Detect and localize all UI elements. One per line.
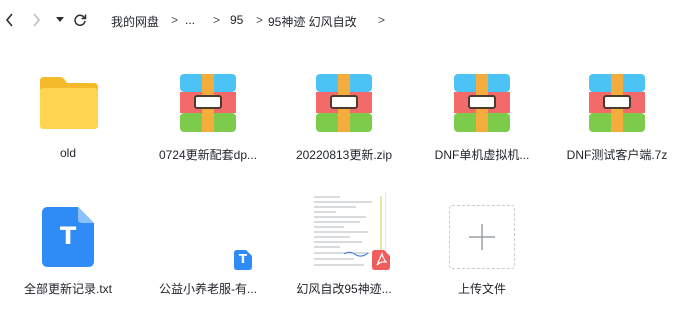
text-file-glyph: T: [59, 222, 77, 250]
file-name: 0724更新配套dp...: [158, 148, 258, 162]
back-button[interactable]: [0, 10, 20, 30]
breadcrumb-item-root[interactable]: 我的网盘: [111, 13, 159, 30]
archive-icon: [180, 74, 236, 132]
pdf-file-icon: [372, 250, 390, 270]
file-name: old: [59, 146, 76, 160]
thumbnail: [284, 58, 404, 148]
refresh-icon: [74, 14, 87, 27]
breadcrumb-separator: >: [213, 13, 221, 27]
archive-icon: [316, 74, 372, 132]
archive-icon: [454, 74, 510, 132]
file-item-archive[interactable]: 20220813更新.zip: [284, 58, 404, 178]
file-item-archive[interactable]: 0724更新配套dp...: [148, 58, 268, 178]
refresh-button[interactable]: [70, 10, 90, 30]
caret-down-icon: [56, 17, 64, 22]
history-dropdown-button[interactable]: [50, 10, 70, 30]
breadcrumb-item-current[interactable]: 95神迹 幻风自改: [268, 13, 357, 30]
file-name: 全部更新记录.txt: [23, 282, 112, 296]
breadcrumb-item-95[interactable]: 95: [230, 13, 243, 27]
thumbnail: [422, 58, 542, 148]
chevron-right-icon: [33, 13, 41, 27]
breadcrumb-item-ellipsis[interactable]: ...: [185, 13, 195, 27]
file-item-folder-old[interactable]: old: [8, 58, 128, 178]
thumbnail: [284, 192, 404, 282]
thumbnail: T: [8, 192, 128, 282]
upload-file-button[interactable]: 上传文件: [422, 192, 542, 312]
forward-button[interactable]: [26, 10, 46, 30]
archive-icon: [589, 74, 645, 132]
file-item-archive[interactable]: DNF测试客户端.7z: [557, 58, 677, 178]
chevron-left-icon: [5, 13, 13, 27]
thumbnail: [422, 192, 542, 282]
file-name: 幻风自改95神迹...: [296, 282, 392, 296]
file-item-pdf[interactable]: 幻风自改95神迹...: [284, 192, 404, 312]
breadcrumb-separator: >: [256, 13, 264, 27]
file-item-archive[interactable]: DNF单机虚拟机...: [422, 58, 542, 178]
thumbnail: [8, 58, 128, 148]
file-item-txt[interactable]: T 全部更新记录.txt: [8, 192, 128, 312]
text-file-glyph: T: [238, 252, 248, 266]
breadcrumb-separator: >: [171, 13, 179, 27]
plus-icon: [469, 224, 495, 250]
thumbnail: [557, 58, 677, 148]
toolbar: 我的网盘 > ... > 95 > 95神迹 幻风自改 >: [0, 0, 677, 40]
file-item-txt[interactable]: T 公益小养老服-有...: [148, 192, 268, 312]
thumbnail: [148, 58, 268, 148]
file-name: 公益小养老服-有...: [159, 282, 257, 296]
upload-dropzone[interactable]: [449, 205, 515, 269]
breadcrumb-separator: >: [378, 13, 386, 27]
file-name: DNF测试客户端.7z: [566, 148, 668, 162]
thumbnail: T: [148, 192, 268, 282]
file-name: 20220813更新.zip: [295, 148, 393, 162]
folder-icon: [40, 77, 98, 129]
file-name: DNF单机虚拟机...: [434, 148, 530, 162]
upload-file-label: 上传文件: [457, 282, 506, 296]
